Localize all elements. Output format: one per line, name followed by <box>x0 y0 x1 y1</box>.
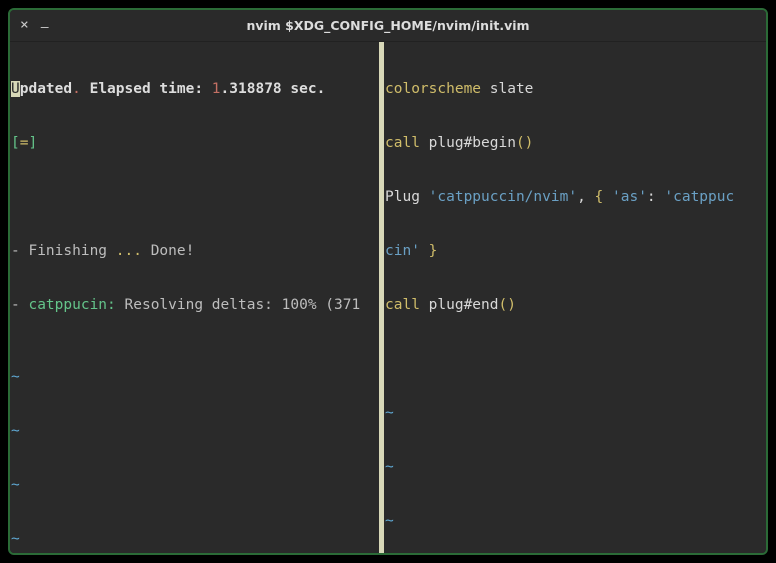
terminal-body[interactable]: Updated. Elapsed time: 1.318878 sec. [=]… <box>10 42 766 555</box>
empty-line: ~ <box>10 368 379 386</box>
titlebar: × — nvim $XDG_CONFIG_HOME/nvim/init.vim <box>10 10 766 42</box>
empty-line: ~ <box>384 512 766 530</box>
empty-line: ~ <box>10 530 379 548</box>
plugins-line-4: - catppucin: Resolving deltas: 100% (371 <box>10 296 379 314</box>
window-title: nvim $XDG_CONFIG_HOME/nvim/init.vim <box>10 18 766 33</box>
close-icon[interactable]: × <box>20 18 29 33</box>
pane-init-vim[interactable]: colorscheme slate call plug#begin() Plug… <box>384 42 766 555</box>
empty-line: ~ <box>10 422 379 440</box>
editor-splits: Updated. Elapsed time: 1.318878 sec. [=]… <box>10 42 766 555</box>
plugins-line-2: [=] <box>10 134 379 152</box>
plugins-line-1: Updated. Elapsed time: 1.318878 sec. <box>10 80 379 98</box>
empty-line: ~ <box>384 404 766 422</box>
code-line-3: Plug 'catppuccin/nvim', { 'as': 'catppuc <box>384 188 766 206</box>
code-line-2: call plug#begin() <box>384 134 766 152</box>
code-line-5: call plug#end() <box>384 296 766 314</box>
empty-line: ~ <box>384 458 766 476</box>
plugins-blank <box>10 188 379 206</box>
window-controls: × — <box>10 18 49 33</box>
code-line-1: colorscheme slate <box>384 80 766 98</box>
pane-plugins[interactable]: Updated. Elapsed time: 1.318878 sec. [=]… <box>10 42 379 555</box>
plugins-line-3: - Finishing ... Done! <box>10 242 379 260</box>
cursor: U <box>11 81 20 97</box>
terminal-window: × — nvim $XDG_CONFIG_HOME/nvim/init.vim … <box>8 8 768 555</box>
code-blank <box>384 350 766 368</box>
minimize-icon[interactable]: — <box>41 21 49 34</box>
code-line-4: cin' } <box>384 242 766 260</box>
empty-line: ~ <box>10 476 379 494</box>
